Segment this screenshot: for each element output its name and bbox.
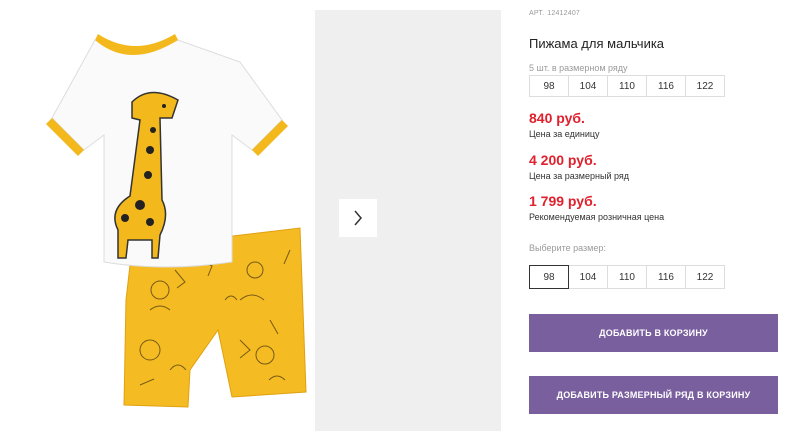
product-title: Пижама для мальчика	[529, 36, 665, 51]
add-to-cart-button[interactable]: ДОБАВИТЬ В КОРЗИНУ	[529, 314, 778, 352]
row-price-label: Цена за размерный ряд	[529, 171, 630, 181]
size-option-selected[interactable]: 98	[529, 265, 569, 289]
product-image	[0, 0, 310, 431]
retail-price: 1 799 руб.	[529, 193, 597, 209]
chevron-right-icon	[354, 210, 362, 226]
unit-price: 840 руб.	[529, 110, 585, 126]
pack-size: 122	[685, 75, 725, 97]
size-option[interactable]: 122	[685, 265, 725, 289]
article-value: 12412407	[547, 10, 581, 17]
add-size-row-button[interactable]: ДОБАВИТЬ РАЗМЕРНЫЙ РЯД В КОРЗИНУ	[529, 376, 778, 414]
pack-sizes: 98 104 110 116 122	[529, 75, 725, 97]
pack-size: 110	[607, 75, 647, 97]
size-option[interactable]: 116	[646, 265, 686, 289]
unit-price-label: Цена за единицу	[529, 129, 600, 139]
size-select-caption: Выберите размер:	[529, 243, 606, 253]
pack-size: 104	[568, 75, 608, 97]
retail-price-label: Рекомендуемая розничная цена	[529, 212, 665, 222]
pack-size: 98	[529, 75, 569, 97]
pajama-illustration	[46, 34, 307, 408]
size-selector: 98 104 110 116 122	[529, 265, 725, 289]
t-shirt	[46, 34, 288, 268]
next-image-button[interactable]	[339, 199, 377, 237]
size-option[interactable]: 104	[568, 265, 608, 289]
pack-caption: 5 шт. в размерном ряду	[529, 63, 628, 73]
article-number: АРТ. 12412407	[529, 10, 580, 17]
pack-size: 116	[646, 75, 686, 97]
size-option[interactable]: 110	[607, 265, 647, 289]
article-label: АРТ.	[529, 10, 545, 17]
row-price: 4 200 руб.	[529, 152, 597, 168]
